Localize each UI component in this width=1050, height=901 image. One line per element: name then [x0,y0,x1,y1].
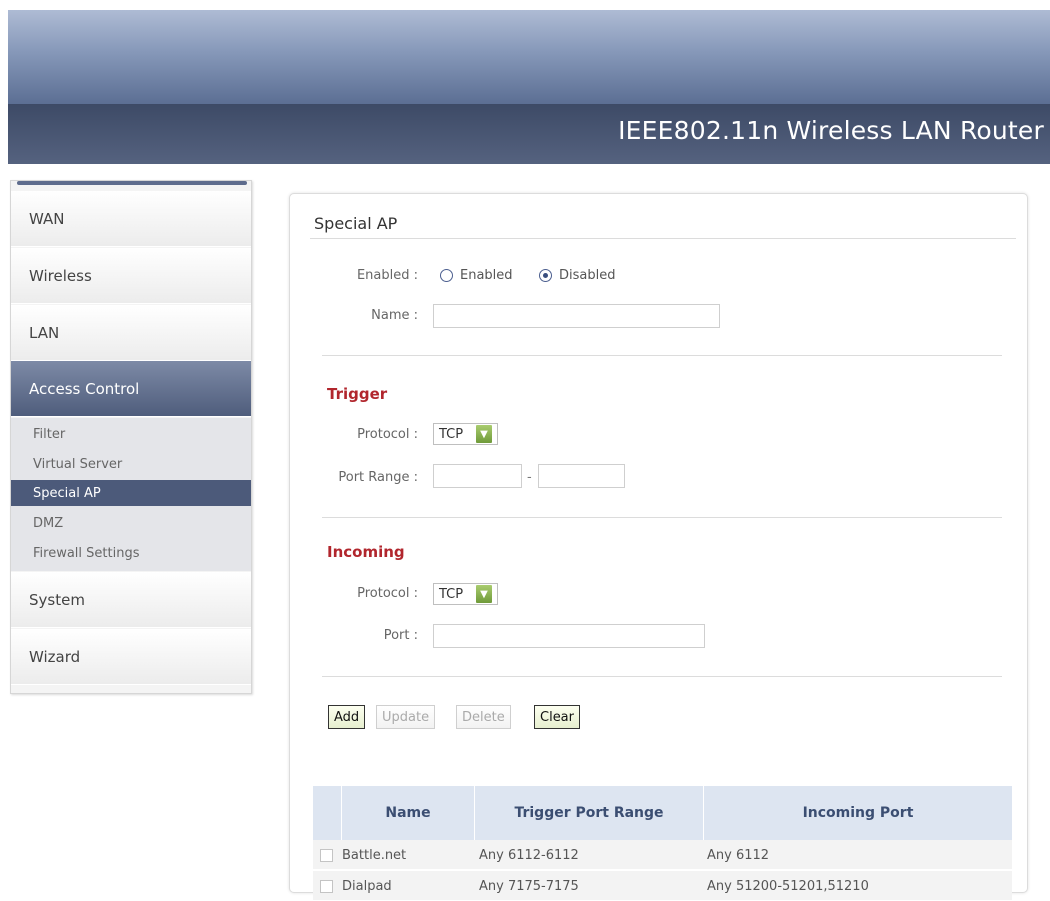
column-header-incoming-port: Incoming Port [703,786,1012,840]
header-banner [8,10,1050,106]
row-trigger-port-range: Any 6112-6112 [479,847,579,863]
access-control-submenu: Filter Virtual Server Special AP DMZ Fir… [11,418,251,571]
sidebar-item-wan[interactable]: WAN [11,191,251,247]
divider [322,517,1002,518]
incoming-protocol-value: TCP [439,586,464,602]
sidebar-item-wizard[interactable]: Wizard [11,629,251,685]
enabled-radio[interactable] [440,269,453,282]
sidebar-item-label: LAN [29,323,60,342]
delete-button[interactable]: Delete [456,705,511,729]
router-title: IEEE802.11n Wireless LAN Router [618,116,1044,145]
port-range-separator: - [527,470,532,485]
sidebar-item-system[interactable]: System [11,572,251,628]
disabled-radio-label: Disabled [559,268,616,283]
update-button[interactable]: Update [376,705,436,729]
row-trigger-port-range: Any 7175-7175 [479,878,579,894]
sub-item-virtual-server[interactable]: Virtual Server [11,451,251,477]
add-button[interactable]: Add [328,705,366,729]
divider [322,355,1002,356]
trigger-protocol-select[interactable]: TCP ▼ [433,423,498,445]
sub-item-dmz[interactable]: DMZ [11,510,251,536]
sidebar-item-label: Access Control [29,379,140,398]
sub-item-firewall-settings[interactable]: Firewall Settings [11,540,251,566]
chevron-down-icon: ▼ [476,585,492,603]
sidebar-item-label: System [29,590,85,609]
enabled-label: Enabled : [356,268,418,283]
divider [322,676,1002,677]
sub-item-label: Special AP [33,485,101,501]
trigger-protocol-label: Protocol : [357,427,418,442]
divider [310,238,1016,239]
sidebar: WAN Wireless LAN Access Control Filter V… [10,180,252,694]
sub-item-label: Virtual Server [33,456,123,472]
trigger-port-range-label: Port Range : [338,470,418,485]
sub-item-label: Firewall Settings [33,545,140,561]
sidebar-item-label: Wizard [29,647,81,666]
radio-selected-dot [543,273,548,278]
sub-item-filter[interactable]: Filter [11,421,251,447]
row-incoming-port: Any 51200-51201,51210 [707,878,869,894]
enabled-radio-label: Enabled [460,268,513,283]
incoming-protocol-select[interactable]: TCP ▼ [433,583,498,605]
row-checkbox[interactable] [320,880,333,893]
trigger-section-title: Trigger [327,385,388,403]
table-row[interactable]: Dialpad Any 7175-7175 Any 51200-51201,51… [313,871,1012,901]
incoming-port-label: Port : [383,628,418,643]
special-ap-table-header: Name Trigger Port Range Incoming Port [313,786,1012,840]
disabled-radio[interactable] [539,269,552,282]
column-header-name: Name [341,786,474,840]
name-label: Name : [371,308,418,323]
sidebar-item-lan[interactable]: LAN [11,305,251,361]
sidebar-item-wireless[interactable]: Wireless [11,248,251,304]
sidebar-top-accent [17,181,247,185]
table-row[interactable]: Battle.net Any 6112-6112 Any 6112 [313,840,1012,870]
incoming-port-input[interactable] [433,624,705,648]
chevron-down-icon: ▼ [476,425,492,443]
page-title: Special AP [314,214,398,233]
incoming-protocol-label: Protocol : [357,586,418,601]
trigger-protocol-value: TCP [439,426,464,442]
trigger-port-from-input[interactable] [433,464,522,488]
row-name: Battle.net [342,847,407,863]
sub-item-label: DMZ [33,515,64,531]
incoming-section-title: Incoming [327,543,405,561]
sidebar-item-label: WAN [29,209,65,228]
sub-item-special-ap[interactable]: Special AP [11,480,251,506]
row-checkbox[interactable] [320,849,333,862]
sidebar-item-label: Wireless [29,266,92,285]
sub-item-label: Filter [33,426,66,442]
row-name: Dialpad [342,878,392,894]
name-input[interactable] [433,304,720,328]
trigger-port-to-input[interactable] [538,464,625,488]
row-incoming-port: Any 6112 [707,847,770,863]
column-header-trigger-port-range: Trigger Port Range [474,786,703,840]
sidebar-item-access-control[interactable]: Access Control [11,361,251,417]
clear-button[interactable]: Clear [534,705,580,729]
